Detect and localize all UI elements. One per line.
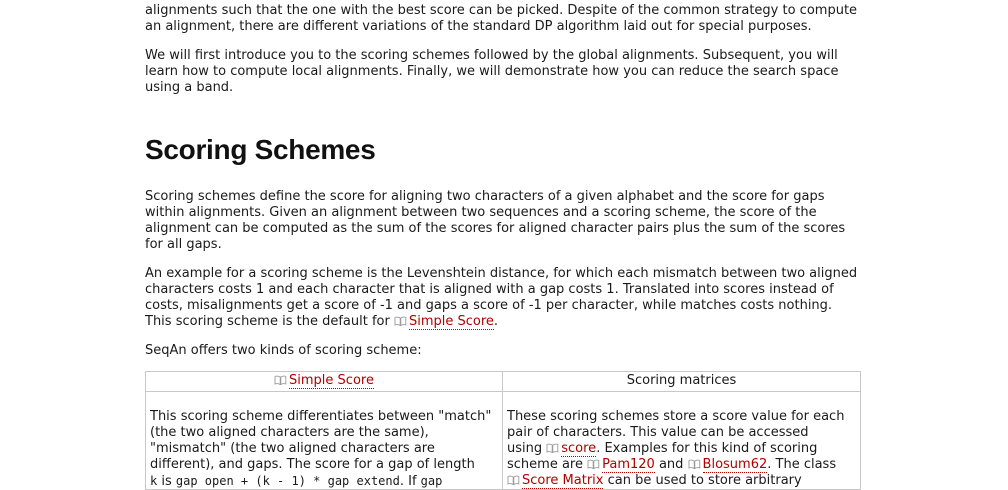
book-icon [394, 316, 407, 326]
table-row: This scoring scheme differentiates betwe… [145, 391, 861, 490]
pam120-link[interactable]: Pam120 [602, 457, 655, 473]
table-header-simple-score: Simple Score [145, 371, 503, 392]
score-link[interactable]: score [561, 441, 597, 457]
simple-score-link[interactable]: Simple Score [408, 314, 494, 330]
score-matrix-link[interactable]: Score Matrix [522, 473, 604, 489]
simple-score-header-link[interactable]: Simple Score [289, 373, 374, 389]
book-icon [274, 375, 287, 385]
blosum62-link[interactable]: Blosum62 [702, 457, 768, 473]
scheme-kinds-paragraph: SeqAn offers two kinds of scoring scheme… [145, 343, 422, 358]
book-icon [688, 459, 701, 469]
table-header-row: Simple Score Scoring matrices [145, 371, 861, 392]
simple-score-description-cell: This scoring scheme differentiates betwe… [145, 391, 503, 490]
book-icon [587, 459, 600, 469]
section-heading: Scoring Schemes [145, 134, 376, 165]
book-icon [546, 443, 559, 453]
levenshtein-paragraph: An example for a scoring scheme is the L… [145, 266, 858, 330]
scoring-matrices-description-cell: These scoring schemes store a score valu… [502, 391, 861, 490]
scoring-schemes-table: Simple Score Scoring matrices This scori… [145, 371, 861, 490]
book-icon [507, 475, 520, 485]
table-header-scoring-matrices: Scoring matrices [502, 371, 861, 392]
intro-paragraph-partial: alignments such that the one with the be… [145, 3, 858, 34]
scoring-definition-paragraph: Scoring schemes define the score for ali… [145, 189, 846, 252]
intro-paragraph: We will first introduce you to the scori… [145, 48, 839, 95]
